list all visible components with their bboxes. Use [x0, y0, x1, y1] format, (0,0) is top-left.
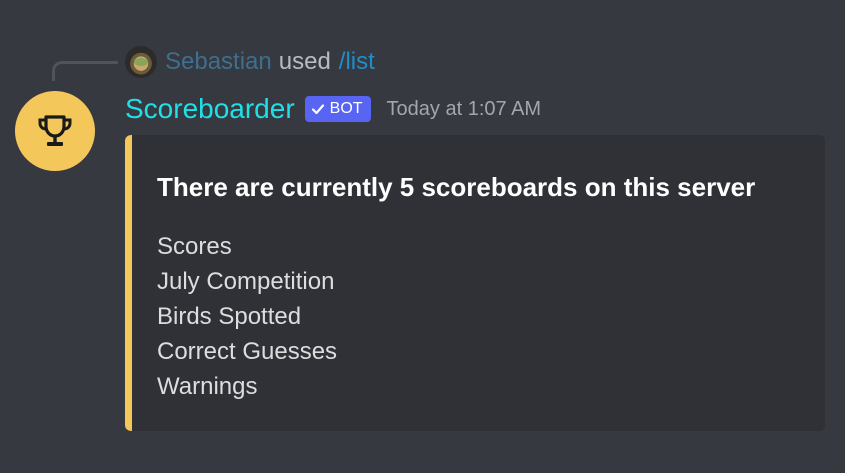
reply-connector: [52, 61, 118, 81]
bot-tag-label: BOT: [329, 100, 363, 117]
reply-user-avatar[interactable]: [125, 46, 157, 78]
trophy-icon: [38, 115, 72, 146]
bot-avatar[interactable]: [15, 91, 95, 171]
chat-message: Sebastian used /list Scoreboarder BOT To…: [0, 0, 845, 473]
message-embed: There are currently 5 scoreboards on thi…: [125, 135, 825, 431]
reply-username[interactable]: Sebastian: [165, 48, 272, 76]
message-header: Scoreboarder BOT Today at 1:07 AM: [125, 91, 541, 127]
checkmark-icon: [311, 104, 324, 115]
embed-title: There are currently 5 scoreboards on thi…: [157, 172, 756, 202]
scoreboard-list: Scores July Competition Birds Spotted Co…: [157, 229, 337, 404]
list-item: Scores: [157, 233, 232, 260]
list-item: Correct Guesses: [157, 338, 338, 365]
message-timestamp[interactable]: Today at 1:07 AM: [387, 98, 542, 121]
bot-tag: BOT: [304, 96, 371, 122]
list-item: July Competition: [157, 268, 335, 295]
reply-context[interactable]: Sebastian used /list: [125, 46, 375, 78]
bot-username[interactable]: Scoreboarder: [125, 93, 295, 125]
reply-used-text: used: [278, 48, 331, 75]
reply-command[interactable]: /list: [339, 48, 375, 76]
list-item: Birds Spotted: [157, 303, 302, 330]
list-item: Warnings: [157, 373, 258, 400]
